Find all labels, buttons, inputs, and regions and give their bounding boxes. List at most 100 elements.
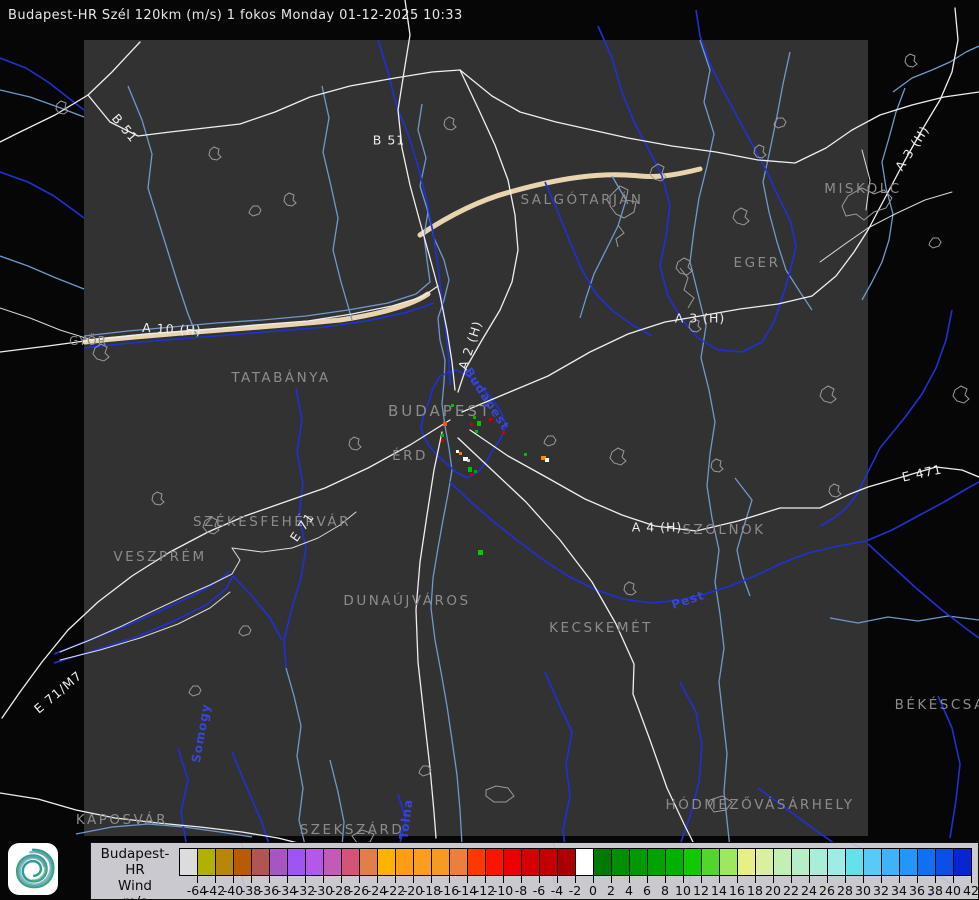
scale-tick — [359, 876, 360, 883]
scale-tick — [755, 876, 756, 883]
scale-tick — [323, 876, 324, 883]
scale-tick — [845, 876, 846, 883]
scale-label: -8 — [514, 883, 528, 898]
scale-tick — [233, 876, 234, 883]
scale-tick — [215, 876, 216, 883]
scale-tick — [647, 876, 648, 883]
scale-label: 24 — [801, 883, 817, 898]
scale-tick — [575, 876, 576, 883]
city-label: SZEKSZÁRD — [299, 822, 405, 838]
scale-label: 4 — [625, 883, 633, 898]
scale-label: 16 — [729, 883, 745, 898]
scale-tick — [269, 876, 270, 883]
city-label: KECSKEMÉT — [549, 620, 653, 636]
colorbar: -64 -42 -40 -38 -36 -34 -32 -30 -28 -26 -24 -22 -20-… — [179, 848, 979, 898]
app-logo — [8, 843, 58, 895]
scale-tick — [611, 876, 612, 883]
legend-unit: m/s — [93, 894, 177, 900]
scale-tick — [413, 876, 414, 883]
city-label: SZÉKESFEHÉRVÁR — [193, 514, 351, 530]
scale-tick — [971, 876, 972, 883]
scale-label: 26 — [819, 883, 835, 898]
scale-tick — [917, 876, 918, 883]
legend-panel: Budapest-HR Wind m/s -64-42-40-38-36-34-… — [90, 842, 979, 900]
city-label: TATABÁNYA — [231, 370, 331, 386]
scale-tick — [899, 876, 900, 883]
scale-label: -10 — [492, 883, 514, 898]
scale-tick — [467, 876, 468, 883]
scale-label: 40 — [945, 883, 961, 898]
scale-label: 22 — [783, 883, 799, 898]
scale-tick — [485, 876, 486, 883]
road-label: E 71/M7 — [31, 667, 85, 717]
scale-label: 10 — [675, 883, 691, 898]
scale-label: 14 — [711, 883, 727, 898]
scale-label: -4 — [550, 883, 564, 898]
cyclone-spiral-icon — [15, 848, 55, 889]
scale-label: 2 — [607, 883, 615, 898]
road-label: A 4 (H) — [631, 519, 683, 535]
city-label: SZOLNOK — [682, 522, 766, 538]
scale-tick — [629, 876, 630, 883]
scale-label: 12 — [693, 883, 709, 898]
scale-tick — [701, 876, 702, 883]
legend-product-name: Budapest-HR — [100, 846, 170, 878]
city-label: GYŐR — [69, 334, 107, 348]
road-label: A 3 (H) — [674, 310, 726, 326]
scale-tick — [791, 876, 792, 883]
scale-label: 32 — [873, 883, 889, 898]
water-label: Tolna — [396, 798, 416, 840]
scale-tick — [683, 876, 684, 883]
scale-label: 34 — [891, 883, 907, 898]
scale-tick — [557, 876, 558, 883]
scale-label: 8 — [661, 883, 669, 898]
city-label: EGER — [733, 255, 781, 271]
road-label: B 51 — [372, 132, 406, 148]
city-label: DUNAÚJVÁROS — [343, 593, 471, 609]
city-label: KAPOSVÁR — [75, 812, 169, 828]
scale-tick — [503, 876, 504, 883]
water-label: Somogy — [188, 702, 214, 764]
radar-screen: SALGÓTARJÁN MISKOLC EGER TATABÁNYA BUDAPEST É… — [0, 0, 979, 900]
scale-tick — [395, 876, 396, 883]
colorbar-labels: -64 -42 -40 -38 -36 -34 -32 -30 -28 -26 -24 -22 -20-… — [179, 848, 979, 898]
scale-tick — [251, 876, 252, 883]
scale-tick — [863, 876, 864, 883]
city-label: ÉRD — [392, 448, 428, 464]
scale-tick — [809, 876, 810, 883]
scale-tick — [719, 876, 720, 883]
legend-field-name: Wind — [118, 878, 152, 894]
scale-tick — [431, 876, 432, 883]
scale-tick — [197, 876, 198, 883]
scale-tick — [827, 876, 828, 883]
scale-tick — [377, 876, 378, 883]
scale-tick — [341, 876, 342, 883]
scale-label: 38 — [927, 883, 943, 898]
scale-tick — [881, 876, 882, 883]
scale-tick — [665, 876, 666, 883]
scale-tick — [287, 876, 288, 883]
scale-label: 42 — [963, 883, 979, 898]
product-title: Budapest-HR Szél 120km (m/s) 1 fokos Mon… — [8, 8, 463, 23]
road-label: A 2 (H) — [455, 318, 485, 372]
water-label: Pest — [669, 588, 707, 612]
scale-label: 0 — [589, 883, 597, 898]
city-label: BÉKÉSCSABA — [894, 697, 979, 713]
scale-label: -2 — [568, 883, 582, 898]
scale-tick — [593, 876, 594, 883]
scale-tick — [953, 876, 954, 883]
water-label: Budapest — [461, 365, 513, 433]
scale-label: 18 — [747, 883, 763, 898]
scale-tick — [305, 876, 306, 883]
scale-tick — [449, 876, 450, 883]
road-label: A 10 (H) — [141, 319, 203, 339]
scale-label: 6 — [643, 883, 651, 898]
scale-tick — [737, 876, 738, 883]
city-label: BUDAPEST — [387, 402, 493, 420]
scale-tick — [935, 876, 936, 883]
scale-tick — [539, 876, 540, 883]
road-label: B 51 — [108, 110, 142, 146]
scale-tick — [773, 876, 774, 883]
scale-tick — [521, 876, 522, 883]
scale-label: 30 — [855, 883, 871, 898]
